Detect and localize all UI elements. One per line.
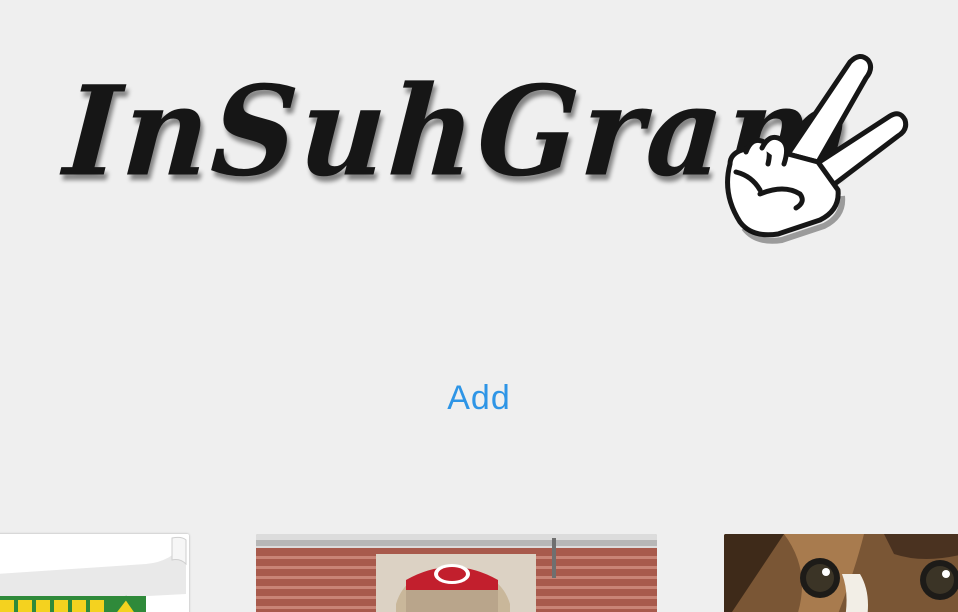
add-button[interactable]: Add: [0, 378, 958, 419]
peace-hand-icon: [725, 54, 909, 244]
cat-image: [724, 534, 958, 612]
photo-thumbnail-sign[interactable]: [0, 534, 189, 612]
photo-thumbnail-cat[interactable]: [724, 534, 958, 612]
sign-image: [0, 534, 189, 612]
photo-thumbnail-stadium[interactable]: [256, 534, 657, 612]
app-logo: InSuhGram: [60, 40, 920, 250]
main-screen: InSuhGram Add: [0, 0, 958, 612]
stadium-image: [256, 534, 657, 612]
